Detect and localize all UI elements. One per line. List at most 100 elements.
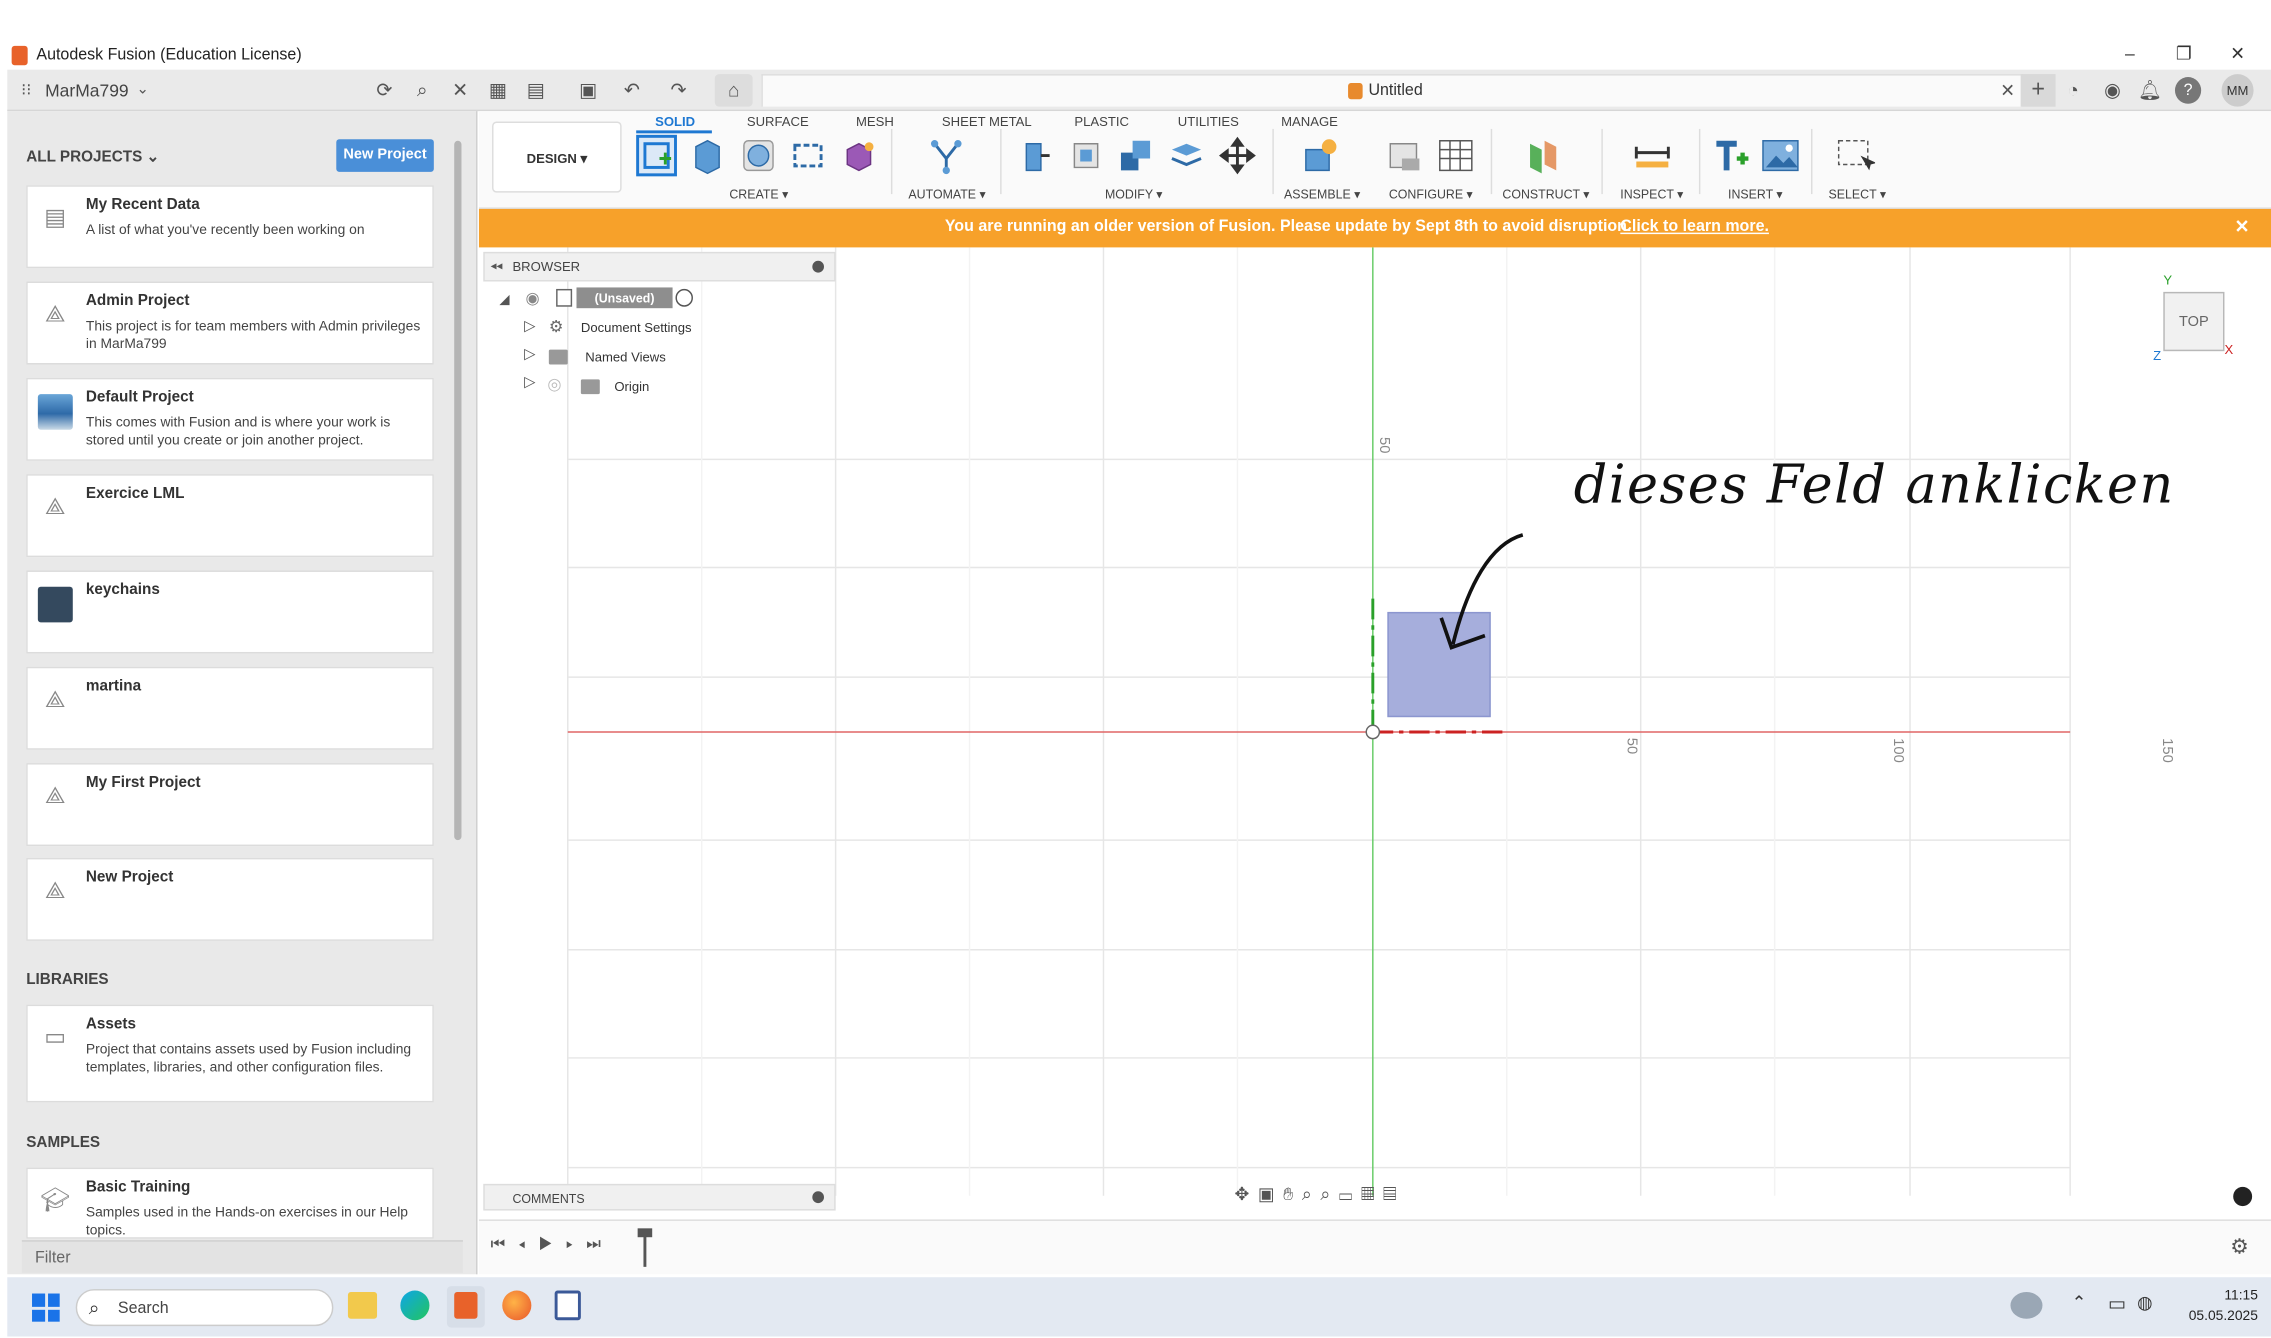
browser-panel-header[interactable]: ◂◂ BROWSER (483, 251, 836, 282)
taskbar-date[interactable]: 05.05.2025 (2171, 1308, 2258, 1324)
combine-icon[interactable] (1115, 135, 1156, 176)
taskbar-search[interactable]: ⌕ Search (75, 1289, 334, 1327)
start-icon[interactable] (32, 1293, 60, 1322)
close-banner-icon[interactable]: ✕ (2235, 216, 2250, 237)
expand-icon[interactable]: ▷ (524, 375, 535, 391)
fit-icon[interactable]: ⌕ (1320, 1184, 1339, 1205)
eye-hidden-icon[interactable]: ◎ (547, 375, 561, 394)
document-tab[interactable]: Untitled ✕ (761, 74, 2024, 107)
group-create[interactable]: CREATE ▾ (729, 187, 788, 203)
browser-item-document-settings[interactable]: Document Settings (581, 320, 692, 335)
display-settings-icon[interactable]: ▭ (1339, 1184, 1361, 1205)
chevron-up-icon[interactable]: ⌃ (2072, 1292, 2087, 1313)
group-configure[interactable]: CONFIGURE ▾ (1389, 187, 1473, 203)
sample-card[interactable]: 🎓︎ Basic Training Samples used in the Ha… (26, 1167, 434, 1239)
tab-surface[interactable]: SURFACE (747, 114, 809, 129)
form-icon[interactable] (839, 135, 880, 176)
fusion-taskbar-button[interactable] (446, 1286, 485, 1328)
project-card[interactable]: ⟁ Exercice LML (26, 474, 434, 558)
group-assemble[interactable]: ASSEMBLE ▾ (1284, 187, 1360, 203)
previous-step-icon[interactable]: ◂ (518, 1236, 538, 1254)
extrude-icon[interactable] (687, 135, 728, 176)
viewports-icon[interactable]: ▤ (1383, 1184, 1405, 1205)
taskbar-time[interactable]: 11:15 (2185, 1288, 2258, 1304)
group-select[interactable]: SELECT ▾ (1828, 187, 1886, 203)
save-icon[interactable]: ▣ (575, 77, 601, 104)
timeline-controls[interactable]: ⏮◂▶▸⏭ (491, 1236, 614, 1255)
pan-icon[interactable]: ✋︎ (1283, 1184, 1302, 1205)
add-comment-icon[interactable] (812, 1191, 824, 1204)
project-card[interactable]: ⟁ martina (26, 666, 434, 750)
tab-sheet-metal[interactable]: SHEET METAL (942, 114, 1032, 129)
file-explorer-icon[interactable] (347, 1292, 378, 1319)
expand-icon[interactable]: ▷ (524, 347, 535, 363)
press-pull-icon[interactable] (1015, 135, 1056, 176)
help-icon[interactable]: ? (2174, 77, 2202, 104)
first-step-icon[interactable]: ⏮ (491, 1236, 519, 1254)
configure-icon[interactable] (1384, 135, 1425, 176)
expand-icon[interactable]: ▷ (524, 319, 535, 335)
insert-canvas-icon[interactable] (1760, 135, 1801, 176)
browser-root[interactable]: (Unsaved) (576, 287, 673, 309)
automate-icon[interactable] (926, 135, 967, 176)
tab-mesh[interactable]: MESH (856, 114, 894, 129)
chevron-down-icon[interactable]: ⌄ (130, 77, 156, 104)
offset-face-icon[interactable] (1166, 135, 1207, 176)
table-icon[interactable] (1435, 135, 1476, 176)
project-card[interactable]: ▤ My Recent Data A list of what you've r… (26, 185, 434, 269)
eye-icon[interactable]: ◉ (526, 289, 540, 308)
rectangle-icon[interactable] (788, 135, 829, 176)
network-icon[interactable]: ▭ (2108, 1292, 2126, 1316)
refresh-icon[interactable]: ⟳ (371, 77, 397, 104)
group-automate[interactable]: AUTOMATE ▾ (908, 187, 985, 203)
new-component-icon[interactable] (1300, 135, 1341, 176)
new-project-button[interactable]: New Project (336, 139, 434, 172)
feedback-icon[interactable] (2233, 1186, 2253, 1207)
create-sketch-icon[interactable] (636, 134, 677, 177)
group-construct[interactable]: CONSTRUCT ▾ (1502, 187, 1589, 203)
project-card[interactable]: Default Project This comes with Fusion a… (26, 377, 434, 461)
minimize-button[interactable]: – (2115, 43, 2144, 67)
volume-icon[interactable]: ◍ (2137, 1292, 2152, 1313)
online-status-icon[interactable]: ◉ (2099, 77, 2125, 104)
restore-button[interactable]: ❐ (2169, 43, 2198, 67)
navigation-bar[interactable]: ✥▣✋︎⌕⌕▭▦▤ (1235, 1184, 1512, 1211)
redo-icon[interactable]: ↷ (665, 77, 691, 104)
close-icon[interactable]: ✕ (447, 77, 473, 104)
origin-point[interactable] (1365, 724, 1381, 740)
look-at-icon[interactable]: ▣ (1258, 1184, 1283, 1205)
collapse-icon[interactable]: ◂◂ (491, 259, 503, 272)
browser-item-origin[interactable]: Origin (614, 379, 649, 394)
search-icon[interactable]: ⌕ (409, 77, 435, 104)
project-card[interactable]: ⟁ My First Project (26, 763, 434, 847)
activate-icon[interactable] (675, 288, 693, 307)
home-icon[interactable]: ⌂ (714, 74, 753, 107)
timeline-marker-head[interactable] (637, 1228, 653, 1238)
orbit-icon[interactable]: ✥ (1235, 1184, 1258, 1205)
team-icon[interactable]: ⁝⁝ (13, 77, 39, 104)
viewport-canvas[interactable]: 50 50 100 150 dieses Feld anklicken TOP … (478, 247, 2271, 1220)
group-modify[interactable]: MODIFY ▾ (1105, 187, 1163, 203)
user-hub-name[interactable]: MarMa799 (45, 80, 129, 101)
undo-icon[interactable]: ↶ (619, 77, 645, 104)
grid-settings-icon[interactable]: ▦ (1361, 1184, 1383, 1205)
banner-link[interactable]: Click to learn more. (1620, 218, 1769, 236)
weather-icon[interactable] (2010, 1292, 2043, 1319)
expand-icon[interactable]: ◢ (499, 292, 509, 308)
measure-icon[interactable] (1632, 135, 1673, 176)
project-card[interactable]: keychains (26, 570, 434, 654)
insert-derive-icon[interactable] (1711, 135, 1752, 176)
snipping-tool-icon[interactable] (554, 1290, 581, 1321)
workspace-switcher[interactable]: DESIGN ▾ (492, 121, 622, 193)
close-tab-icon[interactable]: ✕ (2000, 80, 2015, 101)
grid-icon[interactable]: ▦ (485, 77, 511, 104)
fillet-icon[interactable] (1066, 135, 1107, 176)
tab-solid[interactable]: SOLID (655, 114, 695, 129)
group-inspect[interactable]: INSPECT ▾ (1620, 187, 1683, 203)
close-window-button[interactable]: ✕ (2223, 43, 2252, 67)
project-card[interactable]: ⟁ New Project (26, 857, 434, 941)
select-icon[interactable] (1834, 135, 1877, 176)
view-cube[interactable]: TOP (2163, 291, 2225, 352)
last-step-icon[interactable]: ⏭ (586, 1236, 614, 1254)
edge-icon[interactable] (400, 1290, 430, 1321)
